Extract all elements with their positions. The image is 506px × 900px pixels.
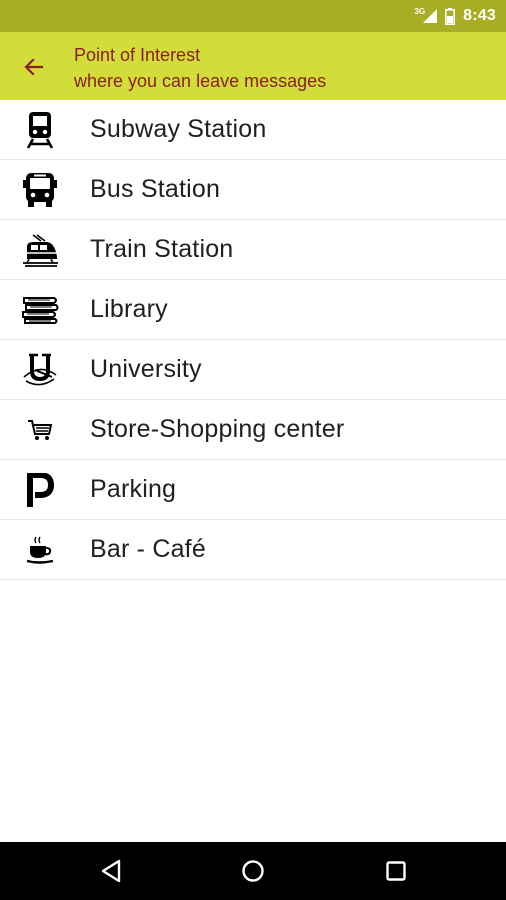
poi-list: Subway Station Bus Station Train Station… — [0, 100, 506, 580]
battery-icon — [445, 7, 456, 25]
page-subtitle: where you can leave messages — [74, 71, 327, 91]
navigation-bar — [0, 842, 506, 900]
bus-icon — [18, 168, 62, 212]
network-type: 3G — [414, 6, 426, 16]
list-item-label: Parking — [90, 475, 177, 503]
list-item-label: Subway Station — [90, 115, 267, 143]
list-item-bus-station[interactable]: Bus Station — [0, 160, 506, 220]
list-item-label: Store-Shopping center — [90, 415, 345, 443]
nav-recents-icon[interactable] — [380, 855, 412, 887]
nav-home-icon[interactable] — [237, 855, 269, 887]
app-bar-titles: Point of Interest where you can leave me… — [74, 42, 326, 94]
coffee-cup-icon — [18, 528, 62, 572]
list-item-label: University — [90, 355, 202, 383]
books-icon — [18, 288, 62, 332]
app-bar: Point of Interest where you can leave me… — [0, 32, 506, 100]
clock: 8:43 — [463, 7, 496, 24]
list-item-parking[interactable]: Parking — [0, 460, 506, 520]
list-item-library[interactable]: Library — [0, 280, 506, 340]
subway-icon — [18, 108, 62, 152]
arrow-back-icon[interactable] — [20, 53, 48, 81]
nav-back-icon[interactable] — [95, 855, 127, 887]
train-icon — [18, 228, 62, 272]
list-item-university[interactable]: University — [0, 340, 506, 400]
list-item-label: Library — [90, 295, 168, 323]
shopping-cart-icon — [18, 408, 62, 452]
list-item-label: Train Station — [90, 235, 234, 263]
list-item-bar-cafe[interactable]: Bar - Café — [0, 520, 506, 580]
list-item-subway-station[interactable]: Subway Station — [0, 100, 506, 160]
list-item-train-station[interactable]: Train Station — [0, 220, 506, 280]
list-item-store-shopping-center[interactable]: Store-Shopping center — [0, 400, 506, 460]
signal-icon — [423, 9, 438, 23]
page-title: Point of Interest — [74, 45, 201, 65]
status-bar: 3G 8:43 — [0, 0, 506, 32]
parking-icon — [18, 468, 62, 512]
list-item-label: Bus Station — [90, 175, 221, 203]
list-item-label: Bar - Café — [90, 535, 206, 563]
university-icon — [18, 348, 62, 392]
